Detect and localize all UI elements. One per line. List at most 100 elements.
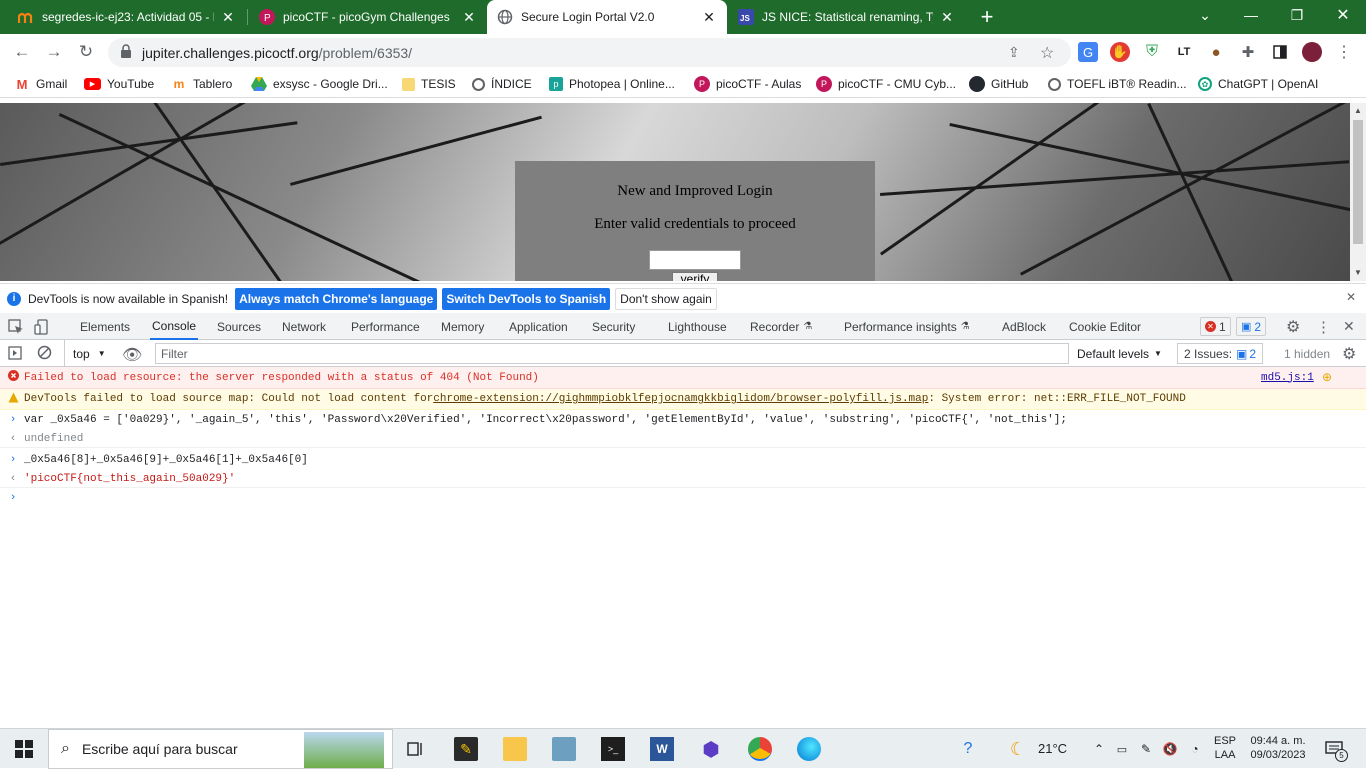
devtools-tab-performance[interactable]: Performance [351, 313, 420, 340]
languagetool-icon[interactable]: LT [1174, 42, 1194, 62]
obsidian-icon[interactable]: ⬢ [699, 737, 723, 761]
live-expression-eye-icon[interactable]: 👁 [122, 345, 142, 365]
minimize-button[interactable]: — [1228, 0, 1274, 30]
warning-source-link[interactable]: chrome-extension://gighmmpiobklfepjocnam… [433, 393, 928, 405]
inspect-element-icon[interactable] [8, 313, 24, 340]
device-toolbar-icon[interactable] [34, 313, 50, 340]
devtools-tab-elements[interactable]: Elements [80, 313, 130, 340]
file-explorer-icon[interactable] [503, 737, 527, 761]
settings-gear-icon[interactable]: ⚙ [1286, 313, 1300, 340]
sticky-notes-icon[interactable]: ✎ [454, 737, 478, 761]
bookmark-photopea[interactable]: p Photopea | Online... [549, 75, 675, 93]
edit-icon[interactable]: ✎ [1134, 737, 1158, 761]
log-levels-dropdown[interactable]: Default levels ▼ [1077, 340, 1162, 367]
devtools-tab-console[interactable]: Console [150, 313, 199, 340]
scrollbar-thumb[interactable] [1353, 120, 1363, 244]
google-translate-icon[interactable]: G [1078, 42, 1098, 62]
kebab-menu-icon[interactable]: ⋮ [1334, 42, 1354, 62]
close-icon[interactable]: ✕ [220, 9, 236, 26]
always-match-language-button[interactable]: Always match Chrome's language [235, 287, 438, 310]
back-arrow-icon[interactable]: ← [10, 40, 34, 64]
bookmark-youtube[interactable]: ▶ YouTube [84, 75, 154, 93]
devtools-tab-adblock[interactable]: AdBlock [1002, 313, 1046, 340]
bookmark-tesis[interactable]: TESIS [402, 75, 456, 93]
dont-show-again-button[interactable]: Don't show again [615, 287, 717, 310]
task-view-icon[interactable] [404, 737, 428, 761]
close-icon[interactable]: ✕ [1346, 290, 1356, 304]
cookie-icon[interactable]: ● [1206, 42, 1226, 62]
devtools-tab-recorder[interactable]: Recorder ⚗ [750, 313, 812, 340]
close-icon[interactable]: ✕ [939, 9, 955, 26]
devtools-tab-security[interactable]: Security [592, 313, 635, 340]
issues-button[interactable]: 2 Issues: ▣ 2 [1177, 343, 1264, 364]
bookmark-picoctf-aulas[interactable]: PpicoCTF - Aulas [694, 75, 801, 93]
taskbar-search-box[interactable]: ⌕ Escribe aquí para buscar [48, 729, 393, 769]
scroll-up-icon[interactable]: ▲ [1354, 106, 1362, 115]
avatar[interactable] [1302, 42, 1322, 62]
restore-button[interactable]: ❐ [1274, 0, 1320, 30]
forward-arrow-icon[interactable]: → [42, 40, 66, 64]
extensions-puzzle-icon[interactable]: ✚ [1238, 42, 1258, 62]
edge-icon[interactable] [797, 737, 821, 761]
bookmark-github[interactable]: GitHub [969, 75, 1028, 93]
error-count-badge[interactable]: ✕ 1 [1200, 317, 1231, 336]
devtools-tab-memory[interactable]: Memory [441, 313, 484, 340]
adblock-icon[interactable]: ✋ [1110, 42, 1130, 62]
windows-start-icon[interactable] [12, 737, 36, 761]
language-indicator[interactable]: ESP LAA [1214, 734, 1236, 762]
bookmark-chatgpt[interactable]: ✿ ChatGPT | OpenAI [1198, 75, 1318, 93]
app-icon[interactable] [552, 737, 576, 761]
close-icon[interactable]: ✕ [701, 9, 717, 26]
switch-devtools-spanish-button[interactable]: Switch DevTools to Spanish [442, 287, 611, 310]
shield-icon[interactable]: ⛨ [1142, 42, 1162, 62]
bookmark-indice[interactable]: ÍNDICE [472, 75, 532, 93]
tray-chevron-icon[interactable]: ⌃ [1087, 737, 1111, 761]
volume-muted-icon[interactable]: 🔇 [1158, 737, 1182, 761]
reload-icon[interactable]: ↻ [74, 40, 98, 64]
bookmark-drive[interactable]: exsysc - Google Dri... [251, 75, 388, 93]
clear-console-icon[interactable] [37, 345, 52, 363]
new-tab-button[interactable]: + [964, 2, 1010, 32]
kebab-menu-icon[interactable]: ⋮ [1316, 313, 1331, 340]
sidebar-toggle-icon[interactable] [8, 346, 22, 363]
terminal-icon[interactable]: >_ [601, 737, 625, 761]
chrome-icon[interactable] [748, 737, 772, 761]
devtools-tab-lighthouse[interactable]: Lighthouse [668, 313, 727, 340]
error-source-link[interactable]: md5.js:1 [1261, 372, 1314, 384]
tab-picogym[interactable]: P picoCTF - picoGym Challenges ✕ [249, 0, 487, 34]
bookmark-tablero[interactable]: m Tablero [171, 75, 233, 93]
tab-search-chevron-icon[interactable]: ⌄ [1182, 0, 1228, 30]
devtools-tab-network[interactable]: Network [282, 313, 326, 340]
verify-button[interactable]: verify [672, 272, 718, 281]
tab-jsnice[interactable]: JS JS NICE: Statistical renaming, Typ ✕ [728, 0, 965, 34]
bookmark-gmail[interactable]: M Gmail [14, 75, 68, 93]
share-icon[interactable]: ⇪ [1008, 44, 1020, 61]
bookmark-picoctf-cmu[interactable]: PpicoCTF - CMU Cyb... [816, 75, 956, 93]
tab-moodle-activity[interactable]: segredes-ic-ej23: Actividad 05 - F ✕ [8, 0, 246, 34]
devtools-tab-sources[interactable]: Sources [217, 313, 261, 340]
close-window-button[interactable]: ✕ [1320, 0, 1366, 30]
scroll-down-icon[interactable]: ▼ [1354, 268, 1362, 277]
devtools-tab-cookie-editor[interactable]: Cookie Editor [1069, 313, 1141, 340]
battery-icon[interactable]: ▭ [1110, 737, 1134, 761]
close-icon[interactable]: ✕ [461, 9, 477, 26]
tab-secure-login[interactable]: Secure Login Portal V2.0 ✕ [487, 0, 727, 34]
devtools-tab-application[interactable]: Application [509, 313, 568, 340]
bookmark-star-icon[interactable]: ☆ [1040, 43, 1054, 63]
address-bar[interactable]: jupiter.challenges.picoctf.org/problem/6… [108, 38, 1071, 67]
clock[interactable]: 09:44 a. m. 09/03/2023 [1245, 734, 1311, 762]
context-selector[interactable]: top ▼ [64, 340, 106, 367]
side-panel-icon[interactable] [1270, 42, 1290, 62]
close-devtools-icon[interactable]: ✕ [1343, 313, 1355, 340]
weather-temperature[interactable]: 21°C [1038, 741, 1067, 756]
page-scrollbar[interactable]: ▲ ▼ [1350, 103, 1366, 281]
console-filter-input[interactable]: Filter [155, 343, 1069, 364]
message-count-badge[interactable]: ▣ 2 [1236, 317, 1267, 336]
console-prompt[interactable]: › [0, 489, 1366, 507]
word-icon[interactable]: W [650, 737, 674, 761]
help-icon[interactable]: ? [956, 737, 980, 761]
password-input[interactable] [649, 250, 741, 270]
wifi-icon[interactable]: ◔ [1183, 737, 1207, 761]
weather-moon-icon[interactable]: ☾ [1006, 737, 1030, 761]
console-settings-gear-icon[interactable]: ⚙ [1342, 344, 1356, 364]
